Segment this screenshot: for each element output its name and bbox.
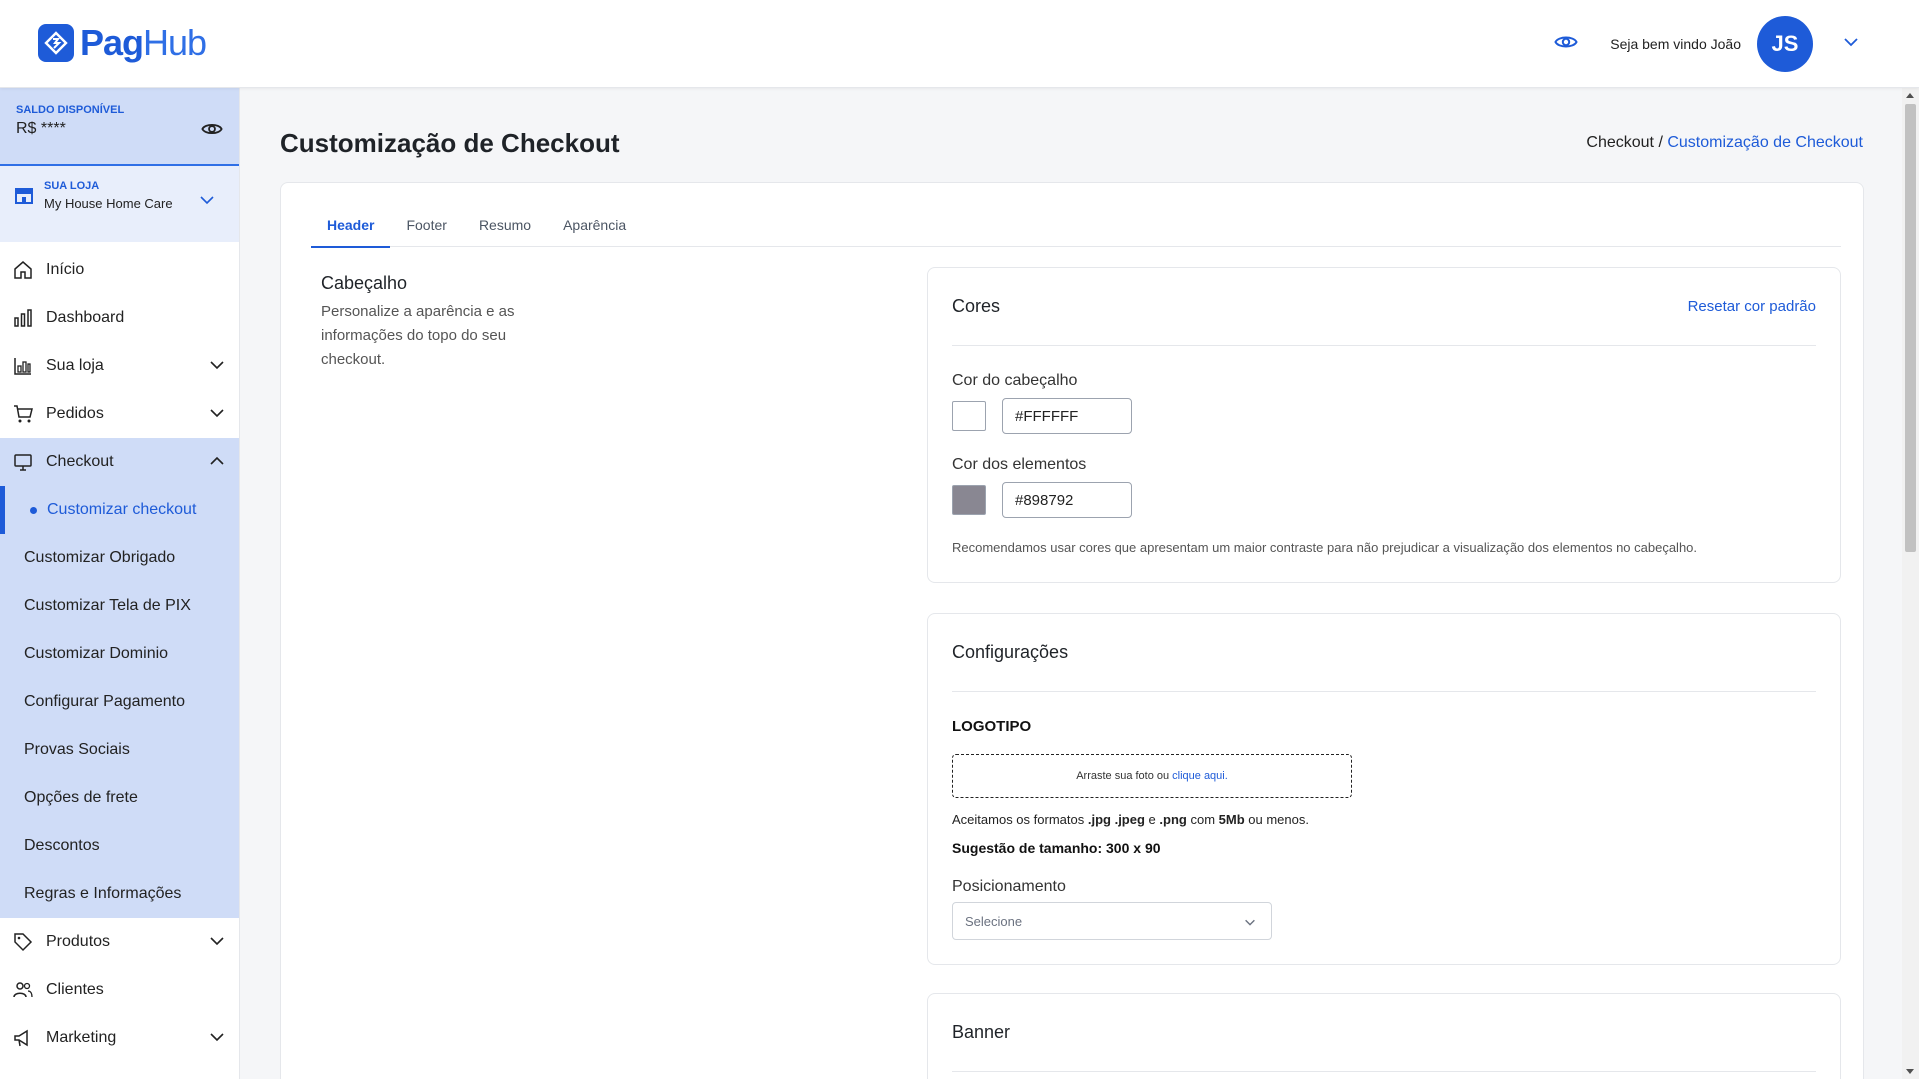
sidebar-item-sua-loja[interactable]: Sua loja: [0, 342, 239, 390]
sidebar-subitem-provas-sociais[interactable]: Provas Sociais: [0, 726, 239, 774]
sidebar-item-produtos[interactable]: Produtos: [0, 918, 239, 966]
logo-dropzone[interactable]: Arraste sua foto ou clique aqui.: [952, 754, 1352, 798]
bar-chart-icon: [12, 307, 34, 329]
formats-text: Aceitamos os formatos .jpg .jpeg e .png …: [952, 812, 1309, 827]
color-hint: Recomendamos usar cores que apresentam u…: [952, 540, 1698, 555]
position-label: Posicionamento: [952, 878, 1066, 895]
store-chart-icon: [12, 355, 34, 377]
paghub-logo[interactable]: PagHub: [38, 22, 207, 64]
banner-panel: Banner: [927, 993, 1841, 1079]
header-color-label: Cor do cabeçalho: [952, 372, 1078, 389]
breadcrumb-root[interactable]: Checkout /: [1586, 134, 1662, 151]
monitor-icon: [12, 451, 34, 473]
banner-panel-title: Banner: [952, 1022, 1011, 1042]
logo-mark-icon: [38, 24, 74, 62]
tab-header[interactable]: Header: [311, 209, 391, 248]
sidebar-item-label: Sua loja: [46, 357, 104, 374]
store-label: SUA LOJA: [44, 180, 100, 192]
sidebar-item-dashboard[interactable]: Dashboard: [0, 294, 239, 342]
chevron-down-icon: [209, 405, 225, 426]
balance-value: R$ ****: [16, 120, 66, 137]
chevron-up-icon: [209, 453, 225, 474]
balance-label: SALDO DISPONÍVEL: [16, 104, 125, 116]
cart-icon: [12, 403, 34, 425]
megaphone-icon: [12, 1027, 34, 1049]
elements-color-label: Cor dos elementos: [952, 456, 1087, 473]
sidebar-subitem-customizar-obrigado[interactable]: Customizar Obrigado: [0, 534, 239, 582]
colors-panel-title: Cores: [952, 296, 1001, 316]
sidebar-item-label: Início: [46, 261, 85, 278]
store-icon: [14, 186, 34, 242]
elements-color-input[interactable]: [1002, 482, 1132, 518]
section-text: Personalize a aparência e as informações…: [321, 303, 515, 368]
eye-icon[interactable]: [201, 118, 223, 145]
position-select[interactable]: Selecione: [952, 902, 1272, 940]
sidebar-item-label: Produtos: [46, 933, 111, 950]
section-title: Cabeçalho: [321, 273, 408, 293]
sidebar-item-pedidos[interactable]: Pedidos: [0, 390, 239, 438]
top-bar: PagHub Seja bem vindo João JS: [0, 0, 1919, 88]
sidebar-item-inicio[interactable]: Início: [0, 246, 239, 294]
welcome-text: Seja bem vindo João: [1610, 36, 1741, 52]
sidebar-subitem-descontos[interactable]: Descontos: [0, 822, 239, 870]
tag-icon: [12, 931, 34, 953]
chevron-down-icon: [209, 357, 225, 378]
chevron-down-icon: [1243, 915, 1257, 932]
sidebar-subitem-customizar-checkout[interactable]: Customizar checkout: [0, 486, 239, 534]
sidebar-subitem-customizar-dominio[interactable]: Customizar Dominio: [0, 630, 239, 678]
sidebar-item-label: Pedidos: [46, 405, 104, 422]
logo-label: LOGOTIPO: [952, 718, 1032, 735]
sidebar-subitem-customizar-pix[interactable]: Customizar Tela de PIX: [0, 582, 239, 630]
tab-footer[interactable]: Footer: [390, 209, 462, 247]
config-panel: Configurações LOGOTIPO Arraste sua foto …: [927, 613, 1841, 965]
main-card: Header Footer Resumo Aparência Cabeçalho…: [280, 182, 1864, 1079]
sidebar: SALDO DISPONÍVEL R$ **** SUA LOJA My Hou…: [0, 88, 240, 1079]
colors-panel: Cores Resetar cor padrão Cor do cabeçalh…: [927, 267, 1841, 583]
dropzone-link[interactable]: clique aqui.: [1172, 770, 1228, 782]
tab-resumo[interactable]: Resumo: [463, 209, 547, 247]
breadcrumb: Checkout / Customização de Checkout: [1586, 134, 1863, 152]
tab-bar: Header Footer Resumo Aparência: [311, 209, 1841, 248]
chevron-down-icon: [209, 933, 225, 954]
config-panel-title: Configurações: [952, 642, 1069, 662]
home-icon: [12, 259, 34, 281]
scroll-down-arrow-icon[interactable]: [1906, 1069, 1914, 1074]
sidebar-subitem-regras[interactable]: Regras e Informações: [0, 870, 239, 918]
logo-text: PagHub: [80, 22, 207, 63]
sidebar-nav: Início Dashboard Sua loja Pedidos Checko…: [0, 242, 239, 1062]
tab-aparencia[interactable]: Aparência: [547, 209, 642, 247]
reset-color-link[interactable]: Resetar cor padrão: [1688, 298, 1816, 315]
sidebar-item-checkout[interactable]: Checkout: [0, 438, 239, 486]
active-dot-icon: [30, 506, 37, 514]
page-title: Customização de Checkout: [280, 128, 620, 158]
sidebar-subitem-opcoes-frete[interactable]: Opções de frete: [0, 774, 239, 822]
store-selector[interactable]: SUA LOJA My House Home Care: [0, 166, 239, 242]
chevron-down-icon[interactable]: [199, 192, 215, 213]
balance-box: SALDO DISPONÍVEL R$ ****: [0, 88, 239, 166]
checkout-submenu: Customizar checkout Customizar Obrigado …: [0, 486, 239, 918]
chevron-down-icon: [209, 1029, 225, 1050]
sidebar-item-label: Clientes: [46, 981, 104, 998]
sidebar-item-label: Checkout: [46, 453, 114, 470]
sidebar-item-label: Marketing: [46, 1029, 117, 1046]
section-description: Cabeçalho Personalize a aparência e as i…: [321, 273, 551, 372]
sidebar-subitem-configurar-pagamento[interactable]: Configurar Pagamento: [0, 678, 239, 726]
size-hint: Sugestão de tamanho: 300 x 90: [952, 840, 1161, 856]
scroll-thumb[interactable]: [1905, 104, 1916, 552]
store-name: My House Home Care: [44, 196, 173, 211]
chevron-down-icon[interactable]: [1843, 34, 1859, 55]
breadcrumb-current: Customização de Checkout: [1667, 134, 1863, 151]
sidebar-item-label: Dashboard: [46, 309, 125, 326]
page-scrollbar[interactable]: [1902, 88, 1919, 1079]
header-color-input[interactable]: [1002, 398, 1132, 434]
scroll-up-arrow-icon[interactable]: [1906, 93, 1914, 98]
users-icon: [12, 979, 34, 1001]
header-color-swatch[interactable]: [952, 401, 986, 431]
avatar[interactable]: JS: [1757, 16, 1813, 72]
sidebar-item-clientes[interactable]: Clientes: [0, 966, 239, 1014]
eye-icon[interactable]: [1554, 30, 1578, 59]
sidebar-item-marketing[interactable]: Marketing: [0, 1014, 239, 1062]
elements-color-swatch[interactable]: [952, 485, 986, 515]
